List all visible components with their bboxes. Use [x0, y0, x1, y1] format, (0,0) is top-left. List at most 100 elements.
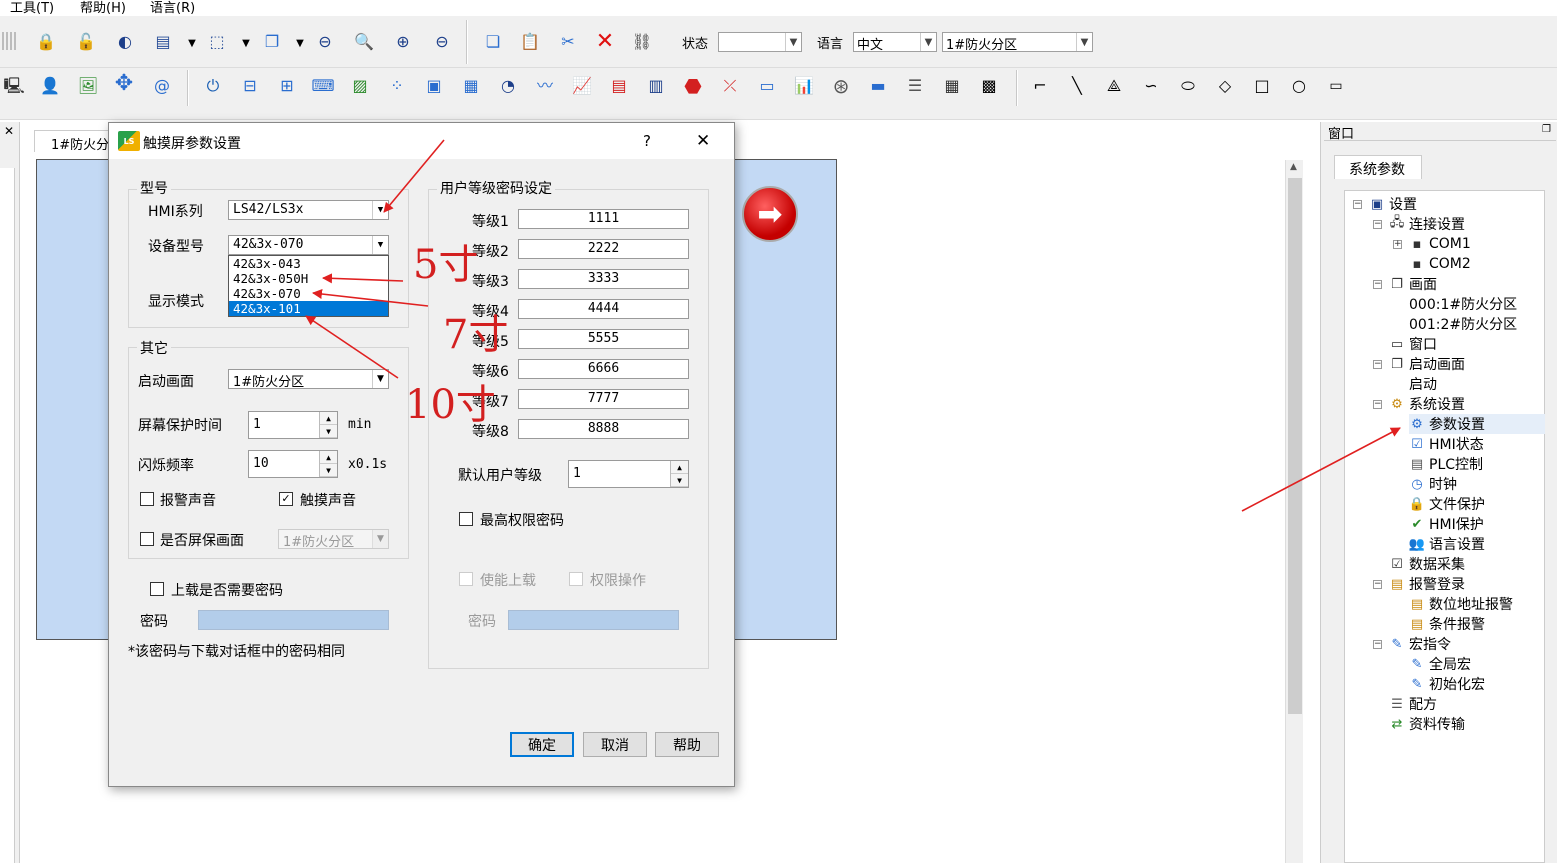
password-2-field[interactable] — [508, 610, 679, 630]
help-icon[interactable]: ? — [643, 132, 651, 150]
alarm-list-icon[interactable]: ▤ — [609, 76, 629, 96]
tree-item[interactable]: ⚙ 参数设置 — [1409, 414, 1545, 434]
level-password-input[interactable]: 1111 — [518, 209, 689, 229]
tree-expander-icon[interactable]: − — [1373, 400, 1382, 409]
spin-up-icon[interactable]: ▲ — [320, 451, 337, 464]
chevron-down-icon[interactable]: ▼ — [182, 34, 202, 54]
tree-item[interactable]: ❐ 画面 — [1389, 274, 1437, 294]
gauge-icon[interactable]: ◔ — [498, 76, 518, 96]
spin-buttons[interactable]: ▲ ▼ — [319, 451, 337, 477]
qr-code-icon[interactable]: ▩ — [979, 76, 999, 96]
device-model-option-selected[interactable]: 42&3x-101 — [229, 301, 388, 316]
spin-down-icon[interactable]: ▼ — [320, 464, 337, 477]
spin-buttons[interactable]: ▲ ▼ — [670, 461, 688, 487]
rounded-rect-icon[interactable]: ▭ — [1326, 76, 1346, 96]
tree-expander-icon[interactable]: − — [1373, 360, 1382, 369]
tree-item[interactable]: ▪ COM1 — [1409, 234, 1471, 254]
user-screen-icon[interactable]: 👤 — [40, 76, 60, 96]
tree-item[interactable]: ⇄ 资料传输 — [1389, 714, 1465, 734]
bar-chart-icon[interactable]: 📊 — [794, 76, 814, 96]
level-password-input[interactable]: 7777 — [518, 389, 689, 409]
tree-expander-icon[interactable]: − — [1373, 640, 1382, 649]
screen-select[interactable]: 1#防火分区 ▼ — [942, 32, 1093, 52]
function-key-icon[interactable]: ⌨ — [311, 76, 334, 96]
cancel-button[interactable]: 取消 — [583, 732, 647, 757]
input-box-icon[interactable]: ▭ — [757, 76, 777, 96]
tree-item[interactable]: ◷ 时钟 — [1409, 474, 1457, 494]
line-icon[interactable]: ╲ — [1067, 76, 1087, 96]
start-screen-select[interactable]: 1#防火分区 ▼ — [228, 369, 389, 389]
zoom-out-icon[interactable]: ⊖ — [432, 32, 452, 52]
tree-item[interactable]: ✎ 宏指令 — [1389, 634, 1451, 654]
circle-icon[interactable]: ○ — [1289, 76, 1309, 96]
vertical-scrollbar[interactable]: ▲ — [1285, 160, 1303, 863]
spin-down-icon[interactable]: ▼ — [671, 474, 688, 487]
scroll-up-icon[interactable]: ▲ — [1290, 162, 1297, 172]
tree-item[interactable]: 🖧 连接设置 — [1389, 214, 1465, 234]
tree-expander-icon[interactable]: − — [1373, 580, 1382, 589]
picture-icon[interactable]: 🖼 — [78, 76, 98, 96]
multi-state-icon[interactable]: ⁘ — [387, 76, 407, 96]
level-password-input[interactable]: 8888 — [518, 419, 689, 439]
tree-item[interactable]: ☑ 数据采集 — [1389, 554, 1465, 574]
help-button[interactable]: 帮助 — [655, 732, 719, 757]
image-icon[interactable]: ▨ — [350, 76, 370, 96]
menu-tools[interactable]: 工具(T) — [10, 0, 54, 16]
tree-item[interactable]: ▤ 数位地址报警 — [1409, 594, 1513, 614]
delete-icon[interactable]: ✕ — [595, 31, 615, 53]
diamond-icon[interactable]: ◇ — [1215, 76, 1235, 96]
tree-expander-icon[interactable]: − — [1373, 280, 1382, 289]
device-model-option[interactable]: 42&3x-050H — [229, 271, 388, 286]
tree-item[interactable]: ▤ PLC控制 — [1409, 454, 1483, 474]
arrow-right-icon[interactable]: ➡ — [742, 186, 798, 242]
screen-icon[interactable]: 🖳 — [3, 76, 24, 96]
upload-password-checkbox[interactable] — [150, 582, 164, 596]
tree-item[interactable]: ▭ 窗口 — [1389, 334, 1437, 354]
tree-item[interactable]: ✎ 初始化宏 — [1409, 674, 1485, 694]
menu-language[interactable]: 语言(R) — [150, 0, 195, 16]
polyline-icon[interactable]: ⌐ — [1030, 76, 1050, 96]
grid-icon[interactable]: ▦ — [942, 76, 962, 96]
power-icon[interactable]: ⏻ — [203, 76, 223, 96]
copy-icon[interactable]: ❏ — [483, 32, 503, 52]
tree-item[interactable]: 001:2#防火分区 — [1409, 314, 1517, 334]
state-select[interactable]: ▼ — [718, 32, 802, 52]
device-model-option[interactable]: 42&3x-070 — [229, 286, 388, 301]
level-password-input[interactable]: 5555 — [518, 329, 689, 349]
trend-icon[interactable]: 〰 — [535, 76, 555, 96]
binoculars-icon[interactable]: ⛓ — [632, 32, 652, 52]
stop-icon[interactable]: ⬣ — [683, 76, 703, 96]
search-icon[interactable]: 🔍 — [354, 32, 374, 52]
screensaver-time-input[interactable]: 1 ▲ ▼ — [248, 411, 338, 439]
layers-icon[interactable]: ❐ — [262, 32, 282, 52]
tree-item[interactable]: 👥 语言设置 — [1409, 534, 1485, 554]
split-icon[interactable]: ⊖ — [315, 32, 335, 52]
tree-item[interactable]: ▪ COM2 — [1409, 254, 1471, 274]
spin-up-icon[interactable]: ▲ — [320, 412, 337, 425]
tree-item[interactable]: ▣ 设置 — [1369, 194, 1417, 214]
tree-expander-icon[interactable]: + — [1393, 240, 1402, 249]
enable-upload-checkbox[interactable] — [459, 572, 473, 586]
tree-item[interactable]: ▤ 报警登录 — [1389, 574, 1465, 594]
scrollbar-thumb[interactable] — [1288, 178, 1302, 714]
numeric-icon[interactable]: ▣ — [424, 76, 444, 96]
hmi-series-select[interactable]: LS42/LS3x ▼ — [228, 200, 389, 220]
permission-op-checkbox[interactable] — [569, 572, 583, 586]
level-password-input[interactable]: 4444 — [518, 299, 689, 319]
tab-system-params[interactable]: 系统参数 — [1334, 155, 1422, 179]
align-icon[interactable]: ▤ — [153, 32, 173, 52]
tree-item[interactable]: ⚙ 系统设置 — [1389, 394, 1465, 414]
table-icon[interactable]: ▦ — [461, 76, 481, 96]
tree-expander-icon[interactable]: − — [1373, 220, 1382, 229]
spin-down-icon[interactable]: ▼ — [320, 425, 337, 438]
touch-sound-checkbox[interactable]: ✓ — [279, 492, 293, 506]
spin-up-icon[interactable]: ▲ — [671, 461, 688, 474]
move-icon[interactable]: ✥ — [114, 73, 134, 95]
chevron-down-icon[interactable]: ▼ — [290, 34, 310, 54]
unlock-icon[interactable]: 🔓 — [76, 32, 96, 52]
saver-screen-select[interactable]: 1#防火分区 ▼ — [278, 529, 389, 549]
level-password-input[interactable]: 2222 — [518, 239, 689, 259]
spin-buttons[interactable]: ▲ ▼ — [319, 412, 337, 438]
password-field[interactable] — [198, 610, 389, 630]
flip-icon[interactable]: ◐ — [115, 32, 135, 52]
